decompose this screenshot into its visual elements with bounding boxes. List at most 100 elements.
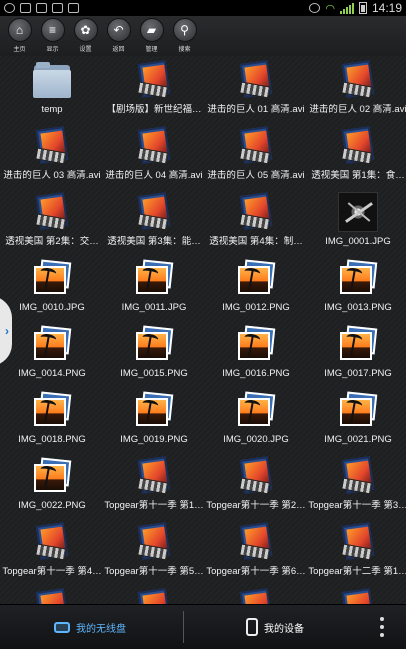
file-item[interactable]: Topgear第十一季 第3… <box>307 454 406 520</box>
file-name: 透视美国 第3集：能… <box>107 236 201 247</box>
folder-icon: ▰ <box>139 18 164 42</box>
video-file-icon <box>236 522 276 562</box>
video-file-icon <box>236 588 276 604</box>
file-item[interactable]: 进击的巨人 04 高清.avi <box>103 124 205 190</box>
home-icon: ⌂ <box>7 18 32 42</box>
image-file-icon <box>338 258 378 298</box>
my-wireless-disk-label: 我的无线盘 <box>76 624 126 635</box>
file-item[interactable]: 透视美国 第4集：制… <box>205 190 307 256</box>
file-item[interactable] <box>1 586 103 604</box>
home-button[interactable]: ⌂ 主页 <box>4 16 35 56</box>
manage-button[interactable]: ▰ 管理 <box>136 16 167 56</box>
video-file-icon <box>338 522 378 562</box>
display-button[interactable]: ≡ 显示 <box>37 16 68 56</box>
notification-icons <box>4 3 79 13</box>
back-button[interactable]: ↶ 返回 <box>103 16 134 56</box>
divider <box>183 611 184 643</box>
image-file-icon <box>32 324 72 364</box>
file-name: IMG_0021.PNG <box>324 434 392 445</box>
image-notification-icon <box>52 3 63 13</box>
file-name: Topgear第十一季 第3… <box>308 500 406 511</box>
file-name: Topgear第十一季 第6… <box>206 566 306 577</box>
file-item[interactable]: IMG_0021.PNG <box>307 388 406 454</box>
file-item[interactable] <box>307 586 406 604</box>
file-icon <box>36 3 47 13</box>
file-item[interactable] <box>205 586 307 604</box>
file-item[interactable]: 进击的巨人 03 高清.avi <box>1 124 103 190</box>
file-item[interactable]: IMG_0014.PNG <box>1 322 103 388</box>
video-file-icon <box>32 588 72 604</box>
file-item[interactable]: IMG_0018.PNG <box>1 388 103 454</box>
file-item[interactable]: 进击的巨人 02 高清.avi <box>307 58 406 124</box>
folder-icon <box>32 60 72 100</box>
screen-icon <box>20 3 31 13</box>
video-file-icon <box>32 192 72 232</box>
search-button[interactable]: ⚲ 搜索 <box>169 16 200 56</box>
file-item[interactable]: Topgear第十二季 第1… <box>307 520 406 586</box>
toolbar: ⌂ 主页 ≡ 显示 ✿ 设置 ↶ 返回 ▰ 管理 ⚲ 搜索 <box>0 16 406 56</box>
file-item[interactable]: IMG_0011.JPG <box>103 256 205 322</box>
my-device-tab[interactable]: 我的设备 <box>246 618 304 636</box>
more-dot-icon <box>380 617 384 621</box>
file-item[interactable]: 进击的巨人 01 高清.avi <box>205 58 307 124</box>
file-item[interactable]: IMG_0020.JPG <box>205 388 307 454</box>
file-name: 进击的巨人 02 高清.avi <box>309 104 406 115</box>
file-name: IMG_0016.PNG <box>222 368 290 379</box>
file-item[interactable]: Topgear第十一季 第1… <box>103 454 205 520</box>
file-item[interactable]: Topgear第十一季 第5… <box>103 520 205 586</box>
file-item[interactable]: IMG_0012.PNG <box>205 256 307 322</box>
file-item[interactable]: IMG_0022.PNG <box>1 454 103 520</box>
file-name: 进击的巨人 01 高清.avi <box>207 104 305 115</box>
file-name: Topgear第十一季 第5… <box>104 566 204 577</box>
wifi-icon: ◠ <box>325 2 335 15</box>
file-item[interactable]: IMG_0019.PNG <box>103 388 205 454</box>
keyboard-icon <box>68 3 79 13</box>
file-item[interactable]: 透视美国 第2集：交… <box>1 190 103 256</box>
file-name: 【剧场版】新世纪福… <box>106 104 202 115</box>
image-file-icon <box>134 390 174 430</box>
file-item[interactable]: IMG_0001.JPG <box>307 190 406 256</box>
chevron-right-icon: › <box>5 324 9 338</box>
file-name: temp <box>41 104 63 115</box>
file-item[interactable]: IMG_0016.PNG <box>205 322 307 388</box>
sync-icon <box>4 3 15 13</box>
file-item[interactable] <box>103 586 205 604</box>
file-item[interactable]: Topgear第十一季 第6… <box>205 520 307 586</box>
battery-icon <box>358 2 367 14</box>
file-item[interactable]: 进击的巨人 05 高清.avi <box>205 124 307 190</box>
file-name: 透视美国 第2集：交… <box>5 236 99 247</box>
eye-icon <box>309 3 321 13</box>
image-file-icon <box>32 456 72 496</box>
file-item[interactable]: Topgear第十一季 第2… <box>205 454 307 520</box>
more-dot-icon <box>380 625 384 629</box>
image-file-icon <box>338 390 378 430</box>
file-item[interactable]: IMG_0017.PNG <box>307 322 406 388</box>
file-item[interactable]: 透视美国 第1集：食… <box>307 124 406 190</box>
file-name: 进击的巨人 03 高清.avi <box>3 170 101 181</box>
file-item[interactable]: 【剧场版】新世纪福… <box>103 58 205 124</box>
video-file-icon <box>32 126 72 166</box>
file-item[interactable]: IMG_0015.PNG <box>103 322 205 388</box>
home-label: 主页 <box>13 47 26 53</box>
clock: 14:19 <box>371 1 402 15</box>
video-file-icon <box>134 60 174 100</box>
image-file-icon <box>236 324 276 364</box>
file-item[interactable]: IMG_0010.JPG <box>1 256 103 322</box>
video-file-icon <box>338 588 378 604</box>
video-file-icon <box>134 588 174 604</box>
video-file-icon <box>32 522 72 562</box>
gear-icon: ✿ <box>73 18 98 42</box>
my-wireless-disk-tab[interactable]: 我的无线盘 <box>54 620 126 635</box>
file-name: IMG_0015.PNG <box>120 368 188 379</box>
file-name: Topgear第十一季 第1… <box>104 500 204 511</box>
video-file-icon <box>236 456 276 496</box>
file-item[interactable]: temp <box>1 58 103 124</box>
file-item[interactable]: IMG_0013.PNG <box>307 256 406 322</box>
file-name: Topgear第十一季 第4… <box>2 566 102 577</box>
file-item[interactable]: 透视美国 第3集：能… <box>103 190 205 256</box>
file-item[interactable]: Topgear第十一季 第4… <box>1 520 103 586</box>
video-file-icon <box>236 192 276 232</box>
settings-button[interactable]: ✿ 设置 <box>70 16 101 56</box>
image-file-icon <box>236 258 276 298</box>
overflow-menu-button[interactable] <box>380 617 384 637</box>
